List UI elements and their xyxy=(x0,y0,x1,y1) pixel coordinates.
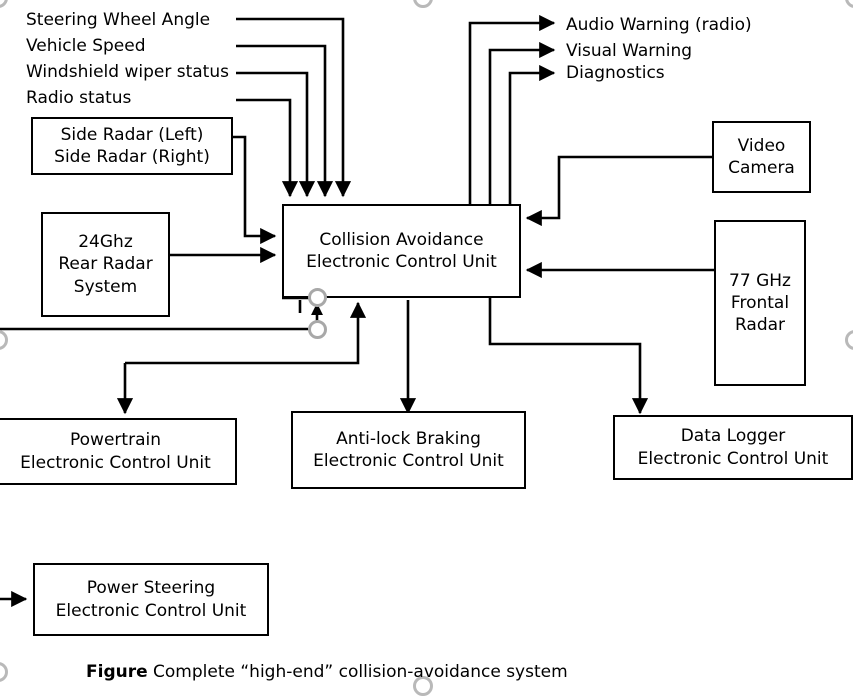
page-edge-artifact-left xyxy=(0,330,8,350)
data-logger-ecu-box[interactable]: Data Logger Electronic Control Unit xyxy=(613,415,853,480)
input-label-steering-wheel-angle: Steering Wheel Angle xyxy=(26,9,211,32)
wire-vehicle-speed xyxy=(236,44,334,198)
abs-line-1: Anti-lock Braking xyxy=(336,428,481,449)
figure-caption: Figure Complete “high-end” collision-avo… xyxy=(86,662,568,682)
page-edge-artifact-top xyxy=(413,0,433,8)
power-steering-line-1: Power Steering xyxy=(86,578,216,599)
wire-video-camera-to-ecu xyxy=(525,155,712,227)
terminal-ring-lower[interactable] xyxy=(308,320,327,339)
wire-visual-warning xyxy=(488,41,556,205)
power-steering-ecu-box[interactable]: Power Steering Electronic Control Unit xyxy=(33,563,269,636)
rear-radar-box[interactable]: 24Ghz Rear Radar System xyxy=(41,212,170,317)
anti-lock-braking-ecu-box[interactable]: Anti-lock Braking Electronic Control Uni… xyxy=(291,411,526,489)
frontal-radar-line-1: 77 GHz xyxy=(729,270,791,291)
wire-steering-wheel-angle xyxy=(236,17,352,198)
input-label-radio-status: Radio status xyxy=(26,87,132,110)
output-label-diagnostics: Diagnostics xyxy=(566,62,665,85)
video-camera-box[interactable]: Video Camera xyxy=(712,121,811,193)
terminal-ring-upper[interactable] xyxy=(308,288,327,307)
ecu-line-1: Collision Avoidance xyxy=(319,229,484,250)
page-edge-artifact-bottom-left xyxy=(0,662,8,682)
side-radar-box[interactable]: Side Radar (Left) Side Radar (Right) xyxy=(31,117,233,175)
rear-radar-line-1: 24Ghz xyxy=(78,232,133,253)
input-label-vehicle-speed: Vehicle Speed xyxy=(26,35,146,58)
video-camera-line-2: Camera xyxy=(728,158,795,178)
powertrain-line-2: Electronic Control Unit xyxy=(20,452,211,473)
wire-ecu-to-data-logger xyxy=(488,297,649,415)
powertrain-ecu-box[interactable]: Powertrain Electronic Control Unit xyxy=(0,418,237,485)
collision-avoidance-ecu-box[interactable]: Collision Avoidance Electronic Control U… xyxy=(282,204,521,298)
ecu-line-2: Electronic Control Unit xyxy=(306,252,497,272)
wire-windshield-wiper-status xyxy=(236,71,316,198)
wire-diagnostics xyxy=(508,64,556,205)
rear-radar-line-3: System xyxy=(73,276,138,297)
page-edge-artifact-top-left xyxy=(0,0,8,8)
page-edge-artifact-top-right xyxy=(845,0,853,8)
frontal-radar-box[interactable]: 77 GHz Frontal Radar xyxy=(714,220,806,386)
wire-audio-warning xyxy=(468,14,556,205)
power-steering-line-2: Electronic Control Unit xyxy=(55,600,247,621)
figure-caption-text: Complete “high-end” collision-avoidance … xyxy=(153,662,568,682)
wire-radio-status xyxy=(236,98,299,198)
output-label-audio-warning: Audio Warning (radio) xyxy=(566,14,752,37)
abs-line-2: Electronic Control Unit xyxy=(313,451,504,471)
data-logger-line-2: Electronic Control Unit xyxy=(637,448,829,469)
page-edge-artifact-right xyxy=(845,330,853,350)
rear-radar-line-2: Rear Radar xyxy=(58,254,153,275)
output-label-visual-warning: Visual Warning xyxy=(566,40,693,63)
input-label-windshield-wiper-status: Windshield wiper status xyxy=(26,61,229,84)
side-radar-line-2: Side Radar (Right) xyxy=(54,147,210,167)
diagram-canvas: Steering Wheel Angle Vehicle Speed Winds… xyxy=(0,0,853,696)
side-radar-line-1: Side Radar (Left) xyxy=(60,124,204,145)
figure-caption-label: Figure xyxy=(86,662,148,682)
data-logger-line-1: Data Logger xyxy=(680,426,786,447)
wire-side-radar-to-ecu xyxy=(232,135,277,245)
frontal-radar-line-3: Radar xyxy=(734,315,786,336)
powertrain-line-1: Powertrain xyxy=(70,430,161,451)
video-camera-line-1: Video xyxy=(737,135,786,156)
frontal-radar-line-2: Frontal xyxy=(730,292,790,313)
